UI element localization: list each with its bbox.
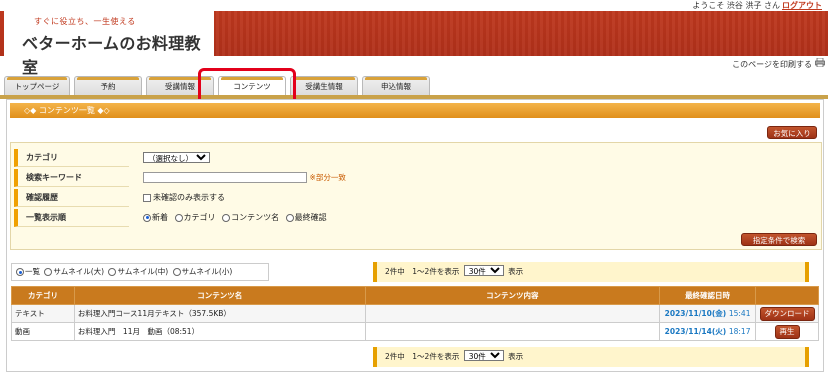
view-mode-options: 一覧 サムネイル(大) サムネイル(中) サムネイル(小) xyxy=(11,263,269,281)
row-name: お料理入門 11月 動画（08:51） xyxy=(73,322,366,341)
pager-top: 2件中 1〜2件を表示 30件 表示 xyxy=(373,262,809,282)
category-select[interactable]: （選択なし） xyxy=(143,152,210,163)
row-content xyxy=(364,304,661,323)
order-field: 新着 カテゴリ コンテンツ名 最終確認 xyxy=(143,212,327,224)
logout-link[interactable]: ログアウト xyxy=(782,0,822,11)
category-label: カテゴリ xyxy=(14,149,129,167)
tab-student-info[interactable]: 受講生情報 xyxy=(290,76,358,96)
row-name: お料理入門コース11月テキスト（357.5KB） xyxy=(73,304,366,323)
print-link[interactable]: このページを印刷する xyxy=(732,59,812,70)
view-radio-list-label: 一覧 xyxy=(25,267,40,276)
order-radio-name-label: コンテンツ名 xyxy=(231,213,280,222)
content-panel: ◇◆ コンテンツ一覧 ◆◇ お気に入り カテゴリ （選択なし） 検索キーワード … xyxy=(6,99,824,372)
pager-suffix: 表示 xyxy=(508,352,524,361)
main-tabs: トップページ 予約 受講情報 コンテンツ 受講生情報 申込情報 xyxy=(0,76,828,96)
logo[interactable]: すぐに役立ち、一生使える ベターホームのお料理教室 xyxy=(4,2,214,77)
printer-icon[interactable] xyxy=(815,58,825,67)
view-radio-thumb-medium[interactable] xyxy=(108,268,117,276)
table-row: テキスト お料理入門コース11月テキスト（357.5KB） 2023/11/10… xyxy=(11,304,819,323)
search-button[interactable]: 指定条件で検索 xyxy=(741,233,817,246)
pager-summary: 2件中 1〜2件を表示 xyxy=(385,352,460,361)
row-action: ダウンロード xyxy=(755,304,819,323)
col-action xyxy=(755,286,819,305)
logo-text: ベターホームのお料理教室 xyxy=(22,34,201,77)
tab-top[interactable]: トップページ xyxy=(4,76,70,96)
per-page-select[interactable]: 30件 xyxy=(463,265,504,276)
search-form: カテゴリ （選択なし） 検索キーワード ※部分一致 確認履歴 未確認のみ表示する… xyxy=(10,142,822,250)
order-radio-new[interactable] xyxy=(143,213,151,222)
keyword-input[interactable] xyxy=(143,172,307,183)
history-label: 確認履歴 xyxy=(14,189,129,207)
per-page-select[interactable]: 30件 xyxy=(463,350,504,361)
section-title: ◇◆ コンテンツ一覧 ◆◇ xyxy=(10,103,820,118)
row-category: 動画 xyxy=(11,322,75,341)
view-radio-thumb-small[interactable] xyxy=(172,268,181,276)
pager-bottom: 2件中 1〜2件を表示 30件 表示 xyxy=(373,347,809,367)
view-radio-thumb-medium-label: サムネイル(中) xyxy=(117,267,169,276)
view-radio-thumb-small-label: サムネイル(小) xyxy=(181,267,233,276)
col-name: コンテンツ名 xyxy=(73,286,366,305)
order-radio-name[interactable] xyxy=(222,213,231,222)
view-radio-thumb-large-label: サムネイル(大) xyxy=(53,267,105,276)
row-action: 再生 xyxy=(755,322,819,341)
keyword-field: ※部分一致 xyxy=(143,172,346,184)
view-radio-thumb-large[interactable] xyxy=(44,268,53,276)
keyword-label: 検索キーワード xyxy=(14,169,129,187)
view-radio-list[interactable] xyxy=(16,268,24,276)
tab-application-info[interactable]: 申込情報 xyxy=(362,76,430,96)
welcome-text: ようこそ 渋谷 洪子 さん xyxy=(692,1,780,10)
history-field: 未確認のみ表示する xyxy=(143,192,225,204)
order-radio-last-confirmed[interactable] xyxy=(285,213,294,222)
pager-summary: 2件中 1〜2件を表示 xyxy=(385,267,460,276)
row-date: 2023/11/14(火) 18:17 xyxy=(659,322,757,341)
contents-table: カテゴリ コンテンツ名 コンテンツ内容 最終確認日時 テキスト お料理入門コース… xyxy=(11,286,819,341)
table-row: 動画 お料理入門 11月 動画（08:51） 2023/11/14(火) 18:… xyxy=(11,322,819,341)
col-content: コンテンツ内容 xyxy=(364,286,661,305)
row-content xyxy=(364,322,661,341)
category-field: （選択なし） xyxy=(143,152,210,165)
order-radio-new-label: 新着 xyxy=(152,213,168,222)
col-category: カテゴリ xyxy=(11,286,75,305)
order-radio-last-confirmed-label: 最終確認 xyxy=(294,213,327,222)
order-label: 一覧表示順 xyxy=(14,209,129,227)
row-date: 2023/11/10(金) 15:41 xyxy=(659,304,757,323)
play-button[interactable]: 再生 xyxy=(774,324,800,339)
tab-reservation[interactable]: 予約 xyxy=(74,76,142,96)
col-last-confirmed: 最終確認日時 xyxy=(659,286,757,305)
pager-suffix: 表示 xyxy=(508,267,524,276)
row-category: テキスト xyxy=(11,304,75,323)
unconfirmed-checkbox-label: 未確認のみ表示する xyxy=(153,193,225,202)
order-radio-category[interactable] xyxy=(174,213,183,222)
order-radio-category-label: カテゴリ xyxy=(183,213,216,222)
logo-tagline: すぐに役立ち、一生使える xyxy=(34,17,136,26)
favorite-button[interactable]: お気に入り xyxy=(767,126,817,139)
download-button[interactable]: ダウンロード xyxy=(759,306,815,321)
keyword-hint: ※部分一致 xyxy=(309,173,346,182)
unconfirmed-checkbox[interactable] xyxy=(143,193,151,202)
